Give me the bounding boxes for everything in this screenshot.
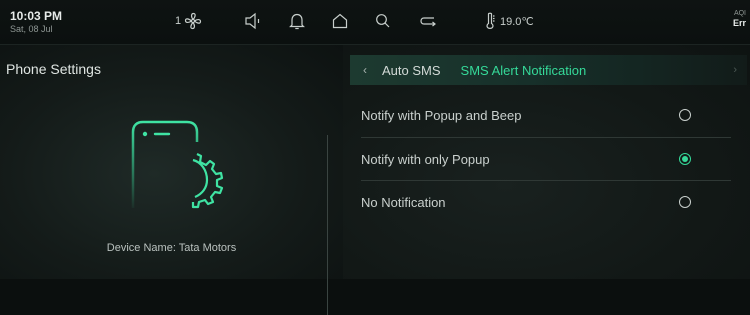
radio-button[interactable] <box>679 109 691 121</box>
aqi-indicator: AQI Err <box>733 9 746 29</box>
clock-time: 10:03 PM <box>10 9 63 23</box>
fan-level: 1 <box>175 15 182 27</box>
aqi-label: AQI <box>733 10 746 17</box>
device-name: Device Name: Tata Motors <box>106 242 237 254</box>
option-label: Notify with Popup and Beep <box>361 107 522 123</box>
recirculation-icon <box>420 17 436 27</box>
option-no-notification[interactable]: No Notification <box>361 180 731 224</box>
clock-date: Sat, 08 Jul <box>10 24 53 34</box>
bell-icon <box>289 13 305 30</box>
home-icon <box>332 13 348 29</box>
panel-divider <box>327 135 328 315</box>
phone-settings-panel: Phone Settings Device Name: Tata Motors <box>0 45 343 315</box>
speaker-icon <box>245 12 260 30</box>
aqi-value: Err <box>732 18 746 28</box>
thermometer-icon <box>486 12 495 29</box>
volume-button[interactable] <box>243 10 265 32</box>
recirculation-button[interactable] <box>417 10 439 32</box>
phone-gear-icon <box>131 120 224 209</box>
phone-settings-illustration <box>115 118 230 223</box>
fan-icon <box>185 12 202 30</box>
back-icon[interactable]: ‹ <box>354 63 376 77</box>
option-popup-and-beep[interactable]: Notify with Popup and Beep <box>361 93 731 137</box>
radio-button[interactable] <box>679 196 691 208</box>
option-label: No Notification <box>361 194 446 210</box>
search-button[interactable] <box>373 10 393 32</box>
clock: 10:03 PM Sat, 08 Jul <box>10 9 62 35</box>
status-bar: 10:03 PM Sat, 08 Jul 1 19.0℃ AQI Err <box>0 0 750 45</box>
option-label: Notify with only Popup <box>361 151 490 167</box>
temperature-control[interactable]: 19.0℃ <box>484 10 534 32</box>
page-title: Phone Settings <box>6 61 101 77</box>
home-button[interactable] <box>330 10 350 32</box>
radio-button-selected[interactable] <box>679 153 691 165</box>
breadcrumb-sms-alert-notification: SMS Alert Notification <box>460 62 587 78</box>
breadcrumb: ‹ Auto SMS SMS Alert Notification › <box>350 55 747 85</box>
chevron-right-icon[interactable]: › <box>733 64 737 76</box>
notifications-button[interactable] <box>287 10 307 32</box>
option-only-popup[interactable]: Notify with only Popup <box>361 137 731 181</box>
temperature-value: 19.0℃ <box>500 15 534 28</box>
search-icon <box>376 14 390 28</box>
sms-alert-panel: ‹ Auto SMS SMS Alert Notification › Noti… <box>343 45 750 279</box>
fan-control[interactable]: 1 <box>175 10 203 32</box>
breadcrumb-auto-sms[interactable]: Auto SMS <box>382 63 441 78</box>
